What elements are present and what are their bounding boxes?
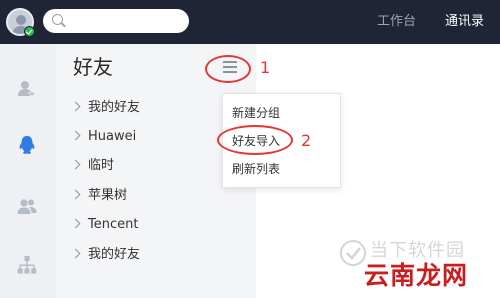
qq-penguin-icon[interactable] — [16, 134, 38, 156]
tab-contacts[interactable]: 通讯录 — [445, 13, 484, 31]
chevron-right-icon — [70, 248, 81, 259]
list-item-group[interactable]: 临时 — [70, 156, 115, 176]
list-item-group[interactable]: 我的好友 — [70, 245, 141, 265]
group-label: 苹果树 — [88, 188, 128, 203]
search-box[interactable] — [43, 9, 189, 33]
menu-item-new-group[interactable]: 新建分组 — [232, 103, 280, 123]
group-label: 我的好友 — [88, 100, 141, 115]
add-friend-icon[interactable] — [16, 78, 38, 100]
chevron-right-icon — [70, 130, 81, 141]
list-item-group[interactable]: Huawei — [70, 127, 137, 147]
online-status-icon — [24, 26, 35, 37]
watermark: 当下软件园 云南龙网 — [338, 236, 498, 296]
search-input[interactable] — [69, 12, 181, 30]
annotation-number-1: 1 — [260, 58, 271, 77]
group-icon[interactable] — [16, 196, 38, 218]
list-item-group[interactable]: 我的好友 — [70, 98, 141, 118]
sidebar-rail — [0, 44, 56, 298]
watermark-bottom-text: 云南龙网 — [364, 261, 469, 290]
chevron-right-icon — [70, 159, 81, 170]
app-window: 工作台 通讯录 好友 我的好友 Huawei 临时 苹果树 Tencent 我的… — [0, 0, 500, 298]
top-bar: 工作台 通讯录 — [0, 0, 500, 44]
tab-workbench[interactable]: 工作台 — [377, 13, 416, 31]
annotation-circle-2 — [217, 125, 293, 155]
group-label: 临时 — [88, 158, 115, 173]
chevron-right-icon — [70, 101, 81, 112]
group-label: 我的好友 — [88, 247, 141, 262]
annotation-circle-1 — [205, 55, 251, 83]
group-label: Huawei — [88, 129, 137, 144]
org-chart-icon[interactable] — [16, 254, 38, 276]
annotation-number-2: 2 — [301, 131, 312, 150]
menu-item-refresh-list[interactable]: 刷新列表 — [232, 159, 280, 179]
chevron-right-icon — [70, 189, 81, 200]
chevron-right-icon — [70, 218, 81, 229]
avatar-head-shape — [16, 15, 26, 25]
page-title: 好友 — [73, 55, 113, 79]
list-item-group[interactable]: 苹果树 — [70, 186, 128, 206]
list-item-group[interactable]: Tencent — [70, 215, 139, 235]
search-icon — [52, 14, 63, 25]
group-label: Tencent — [88, 217, 139, 232]
